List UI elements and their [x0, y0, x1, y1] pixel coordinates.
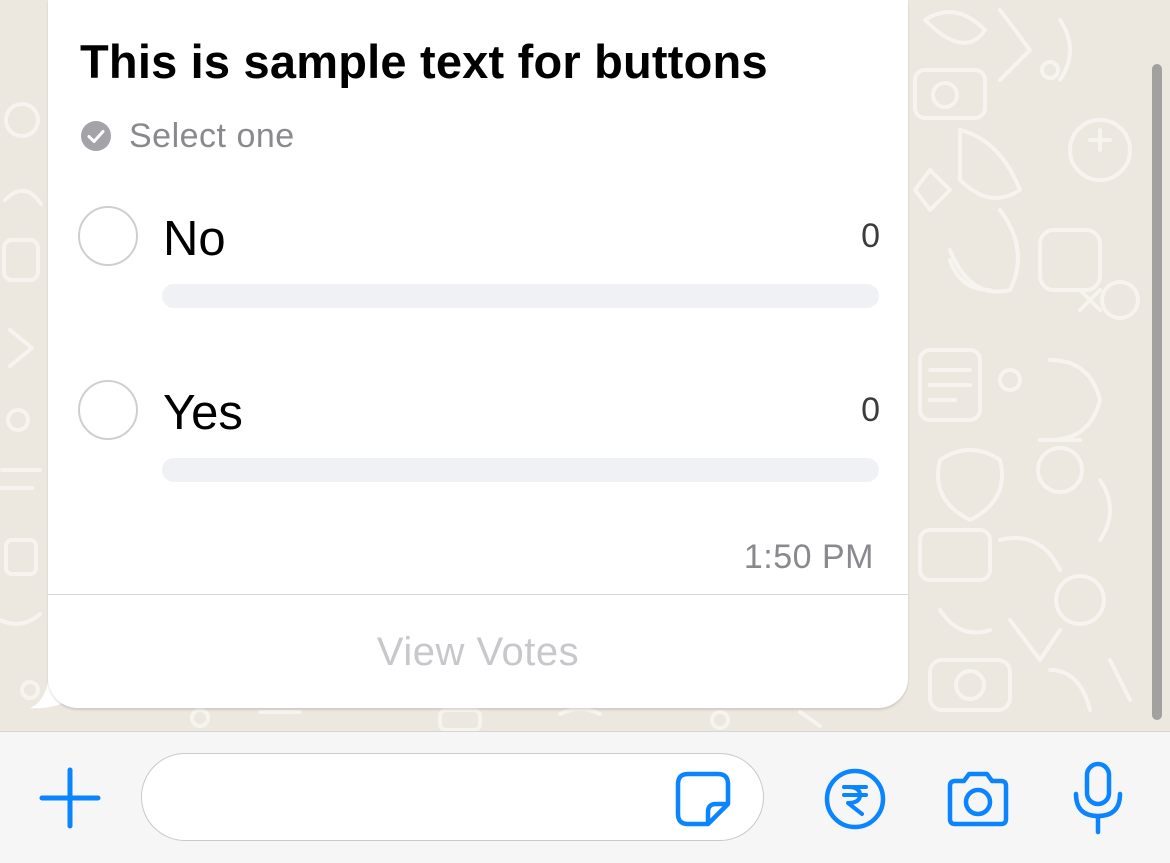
poll-option-radio[interactable]	[78, 206, 138, 266]
poll-option-progress-bar	[162, 284, 879, 308]
poll-option-label: Yes	[163, 386, 243, 440]
microphone-icon[interactable]	[1070, 760, 1126, 836]
message-timestamp: 1:50 PM	[743, 538, 874, 576]
chat-scrollbar[interactable]	[1152, 64, 1162, 720]
poll-option-radio[interactable]	[78, 380, 138, 440]
rupee-payment-icon[interactable]	[824, 768, 886, 830]
message-input-bar	[0, 731, 1170, 863]
bubble-divider	[48, 594, 908, 595]
poll-option-vote-count: 0	[861, 217, 880, 255]
sticker-icon[interactable]	[674, 770, 732, 828]
chat-screen: This is sample text for buttons Select o…	[0, 0, 1170, 863]
poll-instruction-text: Select one	[129, 116, 295, 155]
poll-instruction: Select one	[80, 116, 295, 156]
plus-icon[interactable]	[38, 766, 102, 830]
poll-option-vote-count: 0	[861, 391, 880, 429]
poll-title: This is sample text for buttons	[80, 35, 768, 88]
poll-option-no[interactable]: No 0	[78, 206, 880, 316]
check-circle-icon	[81, 121, 111, 151]
poll-option-label: No	[163, 212, 226, 266]
poll-option-progress-bar	[162, 458, 879, 482]
message-input[interactable]	[141, 753, 764, 841]
camera-icon[interactable]	[944, 770, 1012, 828]
poll-option-yes[interactable]: Yes 0	[78, 380, 880, 490]
view-votes-button[interactable]: View Votes	[48, 596, 908, 708]
